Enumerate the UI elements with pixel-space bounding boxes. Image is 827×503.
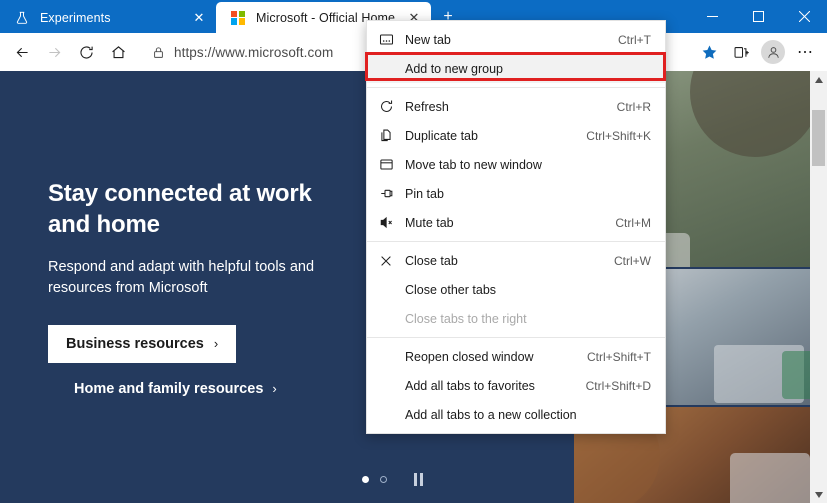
menu-item-label: Add all tabs to favorites [405,379,586,393]
menu-item-label: Mute tab [405,216,615,230]
flask-icon [14,10,30,26]
menu-item-close-tabs-to-the-right: Close tabs to the right [367,304,665,333]
menu-item-label: Move tab to new window [405,158,651,172]
menu-item-label: New tab [405,33,618,47]
menu-item-accelerator: Ctrl+R [617,100,651,114]
business-resources-label: Business resources [66,336,204,352]
scrollbar-track[interactable] [810,88,827,486]
scroll-down-icon[interactable] [810,486,827,503]
forward-icon[interactable] [38,36,70,68]
refresh-icon[interactable] [70,36,102,68]
settings-and-more-button[interactable]: ⋯ [789,36,821,68]
home-family-resources-link[interactable]: Home and family resources › [74,381,277,397]
menu-item-accelerator: Ctrl+W [614,254,651,268]
menu-separator [367,87,665,88]
browser-tab-experiments[interactable]: Experiments ✕ [0,2,216,33]
menu-item-accelerator: Ctrl+Shift+D [586,379,651,393]
menu-item-label: Reopen closed window [405,350,587,364]
avatar-icon [761,40,785,64]
collections-icon[interactable] [725,36,757,68]
close-x-icon [367,254,405,268]
menu-item-duplicate-tab[interactable]: Duplicate tab Ctrl+Shift+K [367,121,665,150]
menu-item-label: Close other tabs [405,283,651,297]
menu-item-label: Add all tabs to a new collection [405,408,651,422]
menu-item-label: Close tab [405,254,614,268]
menu-item-new-tab[interactable]: New tab Ctrl+T [367,25,665,54]
menu-item-label: Pin tab [405,187,651,201]
window-controls [689,0,827,32]
menu-item-mute-tab[interactable]: Mute tab Ctrl+M [367,208,665,237]
tab-title: Experiments [40,11,188,25]
carousel-dot-2[interactable] [380,476,387,483]
home-icon[interactable] [102,36,134,68]
menu-item-refresh[interactable]: Refresh Ctrl+R [367,92,665,121]
menu-item-add-to-new-group[interactable]: Add to new group [367,54,665,83]
carousel-dot-1[interactable] [362,476,369,483]
refresh-icon [367,99,405,114]
menu-item-label: Duplicate tab [405,129,586,143]
menu-item-pin-tab[interactable]: Pin tab [367,179,665,208]
chevron-right-icon: › [272,381,276,396]
carousel-controls [362,473,423,486]
page-title: Stay connected at work and home [48,179,348,240]
hero-text-block: Stay connected at work and home Respond … [48,179,348,398]
chevron-right-icon: › [214,336,218,351]
scroll-up-icon[interactable] [810,71,827,88]
tab-close-button[interactable]: ✕ [188,7,210,29]
scrollbar-thumb[interactable] [812,110,825,166]
menu-item-accelerator: Ctrl+Shift+K [586,129,651,143]
menu-separator [367,241,665,242]
close-icon[interactable] [781,0,827,32]
microsoft-logo-icon [230,10,246,26]
home-family-resources-label: Home and family resources [74,381,263,397]
window-icon [367,157,405,172]
menu-item-accelerator: Ctrl+Shift+T [587,350,651,364]
lock-icon [152,46,165,59]
address-bar-url: https://www.microsoft.com [174,45,333,60]
menu-item-add-all-tabs-to-a-new-collection[interactable]: Add all tabs to a new collection [367,400,665,429]
menu-item-reopen-closed-window[interactable]: Reopen closed window Ctrl+Shift+T [367,342,665,371]
new-tab-icon [367,32,405,47]
page-subtitle: Respond and adapt with helpful tools and… [48,257,348,298]
menu-item-accelerator: Ctrl+M [615,216,651,230]
star-icon[interactable] [693,36,725,68]
menu-item-label: Add to new group [405,62,651,76]
business-resources-button[interactable]: Business resources › [48,325,236,363]
mute-icon [367,215,405,230]
menu-item-close-tab[interactable]: Close tab Ctrl+W [367,246,665,275]
menu-item-label: Close tabs to the right [405,312,651,326]
maximize-icon[interactable] [735,0,781,32]
pause-icon[interactable] [414,473,423,486]
browser-window: Experiments ✕ Microsoft - Official Home … [0,0,827,503]
menu-item-label: Refresh [405,100,617,114]
menu-item-move-tab-to-new-window[interactable]: Move tab to new window [367,150,665,179]
menu-separator [367,337,665,338]
vertical-scrollbar[interactable] [810,71,827,503]
tab-context-menu: New tab Ctrl+T Add to new group Refresh … [366,20,666,434]
avatar[interactable] [757,36,789,68]
minimize-icon[interactable] [689,0,735,32]
menu-item-add-all-tabs-to-favorites[interactable]: Add all tabs to favorites Ctrl+Shift+D [367,371,665,400]
menu-item-accelerator: Ctrl+T [618,33,651,47]
pin-icon [367,186,405,201]
menu-item-close-other-tabs[interactable]: Close other tabs [367,275,665,304]
back-icon[interactable] [6,36,38,68]
duplicate-icon [367,128,405,143]
